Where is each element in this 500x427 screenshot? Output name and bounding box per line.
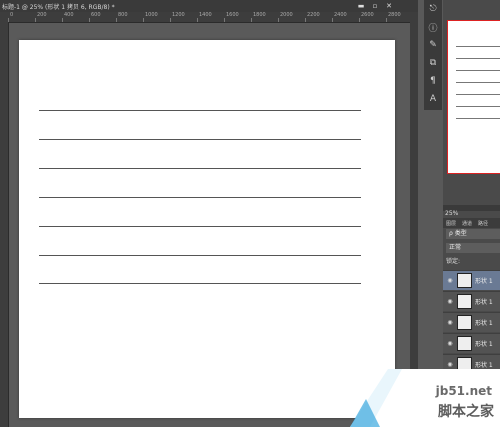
tab-channels[interactable]: 通道 xyxy=(459,218,475,228)
ruler-tick-label: 1800 xyxy=(253,12,266,18)
tab-layers[interactable]: 图层 xyxy=(443,218,459,228)
brush-icon[interactable]: ✎ xyxy=(424,36,442,54)
ruler-tick-mark xyxy=(359,18,360,22)
history-icon[interactable]: ⎋ xyxy=(424,0,442,18)
ruler-tick-mark xyxy=(170,18,171,22)
shape-line[interactable] xyxy=(39,168,361,169)
ruler-tick-mark xyxy=(62,18,63,22)
preview-line xyxy=(456,58,500,59)
layer-row[interactable]: ◉ 形状 1 xyxy=(443,333,500,353)
layer-filter-select[interactable]: ρ 类型 xyxy=(446,229,500,239)
eye-icon[interactable]: ◉ xyxy=(443,361,457,368)
ruler-tick-label: 1600 xyxy=(226,12,239,18)
ruler-tick-mark xyxy=(305,18,306,22)
ruler-tick-label: 1000 xyxy=(145,12,158,18)
character-icon[interactable]: A xyxy=(424,90,442,108)
ruler-tick-label: 2200 xyxy=(307,12,320,18)
shape-line[interactable] xyxy=(39,255,361,256)
ruler-tick-label: 2000 xyxy=(280,12,293,18)
preview-line xyxy=(456,106,500,107)
ruler-tick-label: 400 xyxy=(64,12,74,18)
layer-name: 形状 1 xyxy=(475,320,493,327)
paragraph-icon[interactable]: ¶ xyxy=(424,72,442,90)
layer-row[interactable]: ◉ 形状 1 xyxy=(443,312,500,332)
ruler-tick-mark xyxy=(332,18,333,22)
ruler-tick-label: 2600 xyxy=(361,12,374,18)
eye-icon[interactable]: ◉ xyxy=(443,319,457,326)
layer-row[interactable]: ◉ 形状 1 xyxy=(443,270,500,290)
ruler-tick-mark xyxy=(251,18,252,22)
layer-row[interactable]: ◉ 形状 1 xyxy=(443,291,500,311)
shape-line[interactable] xyxy=(39,283,361,284)
ruler-tick-label: 0 xyxy=(10,12,14,18)
layer-name: 形状 1 xyxy=(475,341,493,348)
ruler-tick-label: 1400 xyxy=(199,12,212,18)
preview-line xyxy=(456,46,500,47)
ruler-tick-label: 200 xyxy=(37,12,47,18)
eye-icon[interactable]: ◉ xyxy=(443,340,457,347)
shape-line[interactable] xyxy=(39,197,361,198)
shape-line[interactable] xyxy=(39,139,361,140)
maximize-icon[interactable]: ▫ xyxy=(368,0,382,12)
ruler-tick-label: 2800 xyxy=(388,12,401,18)
navigator-preview[interactable] xyxy=(447,20,500,174)
eye-icon[interactable]: ◉ xyxy=(443,298,457,305)
layer-thumbnail xyxy=(457,315,472,330)
ruler-tick-mark xyxy=(386,18,387,22)
ruler-tick-label: 2400 xyxy=(334,12,347,18)
close-icon[interactable]: ✕ xyxy=(382,0,396,12)
layer-name: 形状 1 xyxy=(475,299,493,306)
tab-paths[interactable]: 路径 xyxy=(475,218,491,228)
layer-name: 形状 1 xyxy=(475,278,493,285)
clone-icon[interactable]: ⧉ xyxy=(424,54,442,72)
layer-name: 形状 1 xyxy=(475,362,493,369)
layer-thumbnail xyxy=(457,336,472,351)
lock-label: 锁定: xyxy=(446,258,461,265)
minimize-icon[interactable]: ▬ xyxy=(354,0,368,12)
panel-toolstrip: ⎋ ⓘ ✎ ⧉ ¶ A xyxy=(424,0,442,110)
ruler-tick-label: 600 xyxy=(91,12,101,18)
watermark-url: jb51.net xyxy=(435,384,492,398)
vertical-ruler[interactable] xyxy=(0,22,9,427)
ruler-tick-mark xyxy=(35,18,36,22)
ruler-tick-mark xyxy=(143,18,144,22)
ruler-tick-mark xyxy=(89,18,90,22)
canvas-area[interactable] xyxy=(9,23,418,427)
preview-line xyxy=(456,82,500,83)
ruler-tick-mark xyxy=(278,18,279,22)
preview-line xyxy=(456,94,500,95)
ruler-tick-mark xyxy=(224,18,225,22)
navigator-zoom[interactable]: 25% xyxy=(445,210,458,217)
eye-icon[interactable]: ◉ xyxy=(443,277,457,284)
ruler-tick-label: 1200 xyxy=(172,12,185,18)
shape-line[interactable] xyxy=(39,226,361,227)
info-icon[interactable]: ⓘ xyxy=(424,18,442,36)
preview-line xyxy=(456,118,500,119)
ruler-tick-label: 800 xyxy=(118,12,128,18)
layer-thumbnail xyxy=(457,294,472,309)
layers-panel-tabs: 图层 通道 路径 xyxy=(443,218,500,228)
layer-thumbnail xyxy=(457,273,472,288)
ruler-tick-mark xyxy=(197,18,198,22)
horizontal-ruler[interactable]: 0 200 400 600 800 1000 1200 1400 1600 1800 2000 220… xyxy=(0,12,418,23)
blend-mode-select[interactable]: 正常 xyxy=(446,243,500,253)
document-tab[interactable]: 标题-1 @ 25% (形状 1 拷贝 6, RGB/8) * xyxy=(0,2,115,11)
ruler-tick-mark xyxy=(116,18,117,22)
vertical-scrollbar[interactable] xyxy=(410,22,418,427)
watermark-site-name: 脚本之家 xyxy=(438,404,494,420)
shape-line[interactable] xyxy=(39,110,361,111)
preview-line xyxy=(456,70,500,71)
document-canvas[interactable] xyxy=(19,40,395,418)
